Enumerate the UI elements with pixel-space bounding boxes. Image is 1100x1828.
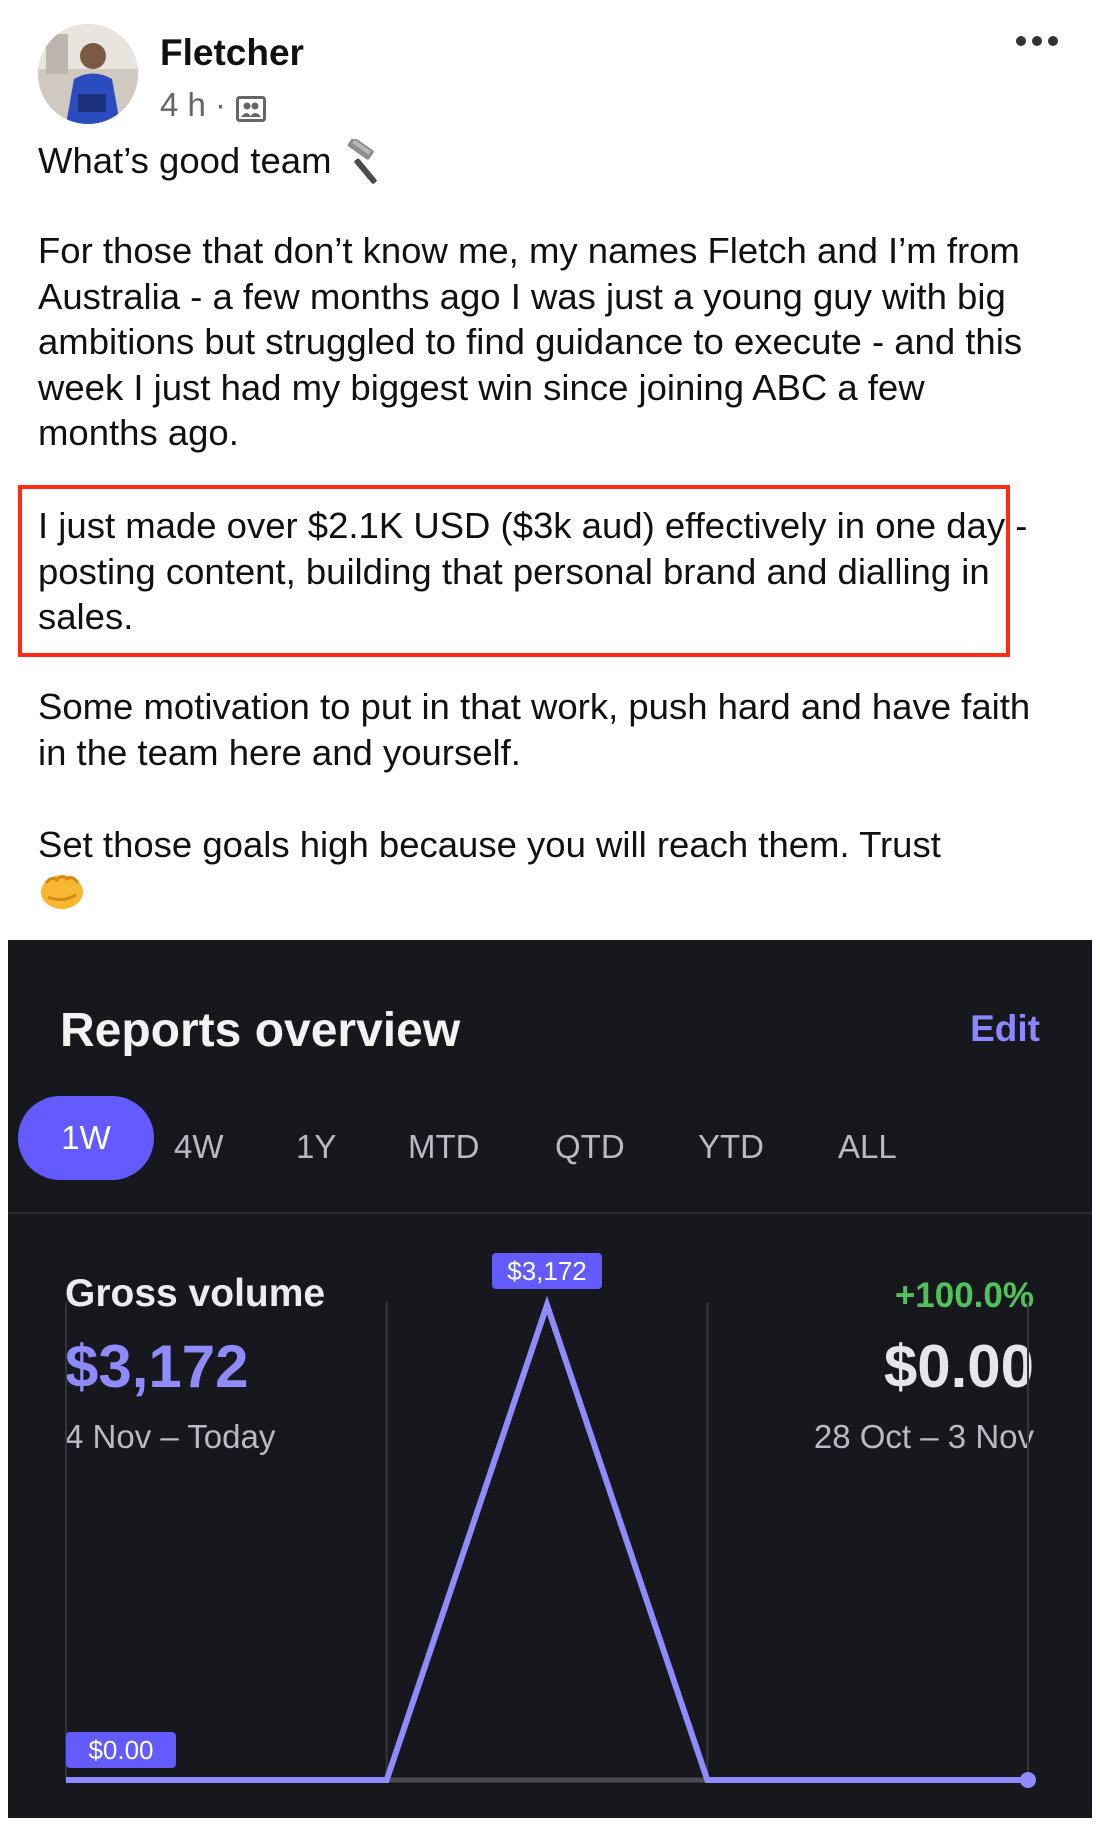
post-time[interactable]: 4 h · <box>160 86 226 124</box>
avatar-photo <box>38 24 138 124</box>
post-intro: For those that don’t know me, my names F… <box>38 230 1023 453</box>
gross-volume-chart[interactable]: $3,172 $0.00 <box>8 940 1092 1818</box>
post-greeting: What’s good team <box>38 137 1038 185</box>
author-avatar[interactable] <box>38 24 138 124</box>
post-meta: 4 h · <box>160 86 267 124</box>
more-options-icon[interactable] <box>1016 36 1058 46</box>
data-label: $3,172 <box>507 1256 587 1286</box>
reports-screenshot: Reports overview Edit 1W 4W 1Y MTD QTD Y… <box>8 940 1092 1818</box>
oncoming-fist-emoji-icon <box>38 869 86 911</box>
series-line-current <box>66 1295 1028 1783</box>
greeting-text: What’s good team <box>38 140 332 181</box>
hammer-emoji-icon <box>342 137 388 185</box>
data-label: $0.00 <box>88 1735 153 1765</box>
author-name[interactable]: Fletcher <box>160 32 304 74</box>
series-end-point <box>1020 1772 1036 1788</box>
closing-text: Set those goals high because you will re… <box>38 824 941 865</box>
post-motivation: Some motivation to put in that work, pus… <box>38 686 1031 773</box>
group-audience-icon <box>236 92 267 122</box>
post-closing: Set those goals high because you will re… <box>38 822 1038 913</box>
post-highlight: I just made over $2.1K USD ($3k aud) eff… <box>38 505 1028 637</box>
